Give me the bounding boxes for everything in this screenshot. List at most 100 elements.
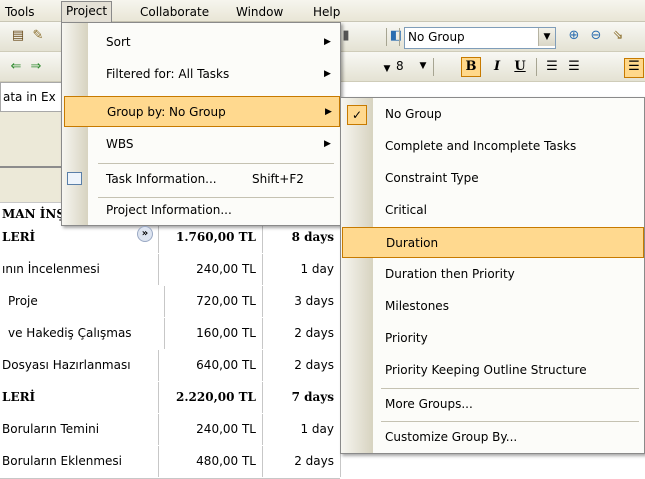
menu-collaborate[interactable]: Collaborate xyxy=(140,4,209,20)
toolbar-separator xyxy=(399,28,400,46)
task-information-icon xyxy=(67,172,82,185)
table-row[interactable]: Boruların Eklenmesi 480,00 TL 2 days xyxy=(0,446,341,479)
duration-cell: 2 days xyxy=(256,318,341,349)
toolbar-separator xyxy=(386,28,387,46)
menu-item-shortcut: Shift+F2 xyxy=(252,172,304,186)
menu-item-label: Task Information... xyxy=(106,172,217,186)
submenu-item-critical[interactable]: Critical xyxy=(341,195,644,226)
menu-item-group-by[interactable]: Group by: No Group ▶ xyxy=(64,96,340,127)
task-name-cell: LERİ xyxy=(0,222,159,253)
duration-cell: 7 days xyxy=(256,382,341,413)
project-menu: Sort ▶ Filtered for: All Tasks ▶ Group b… xyxy=(61,22,341,226)
submenu-item-milestones[interactable]: Milestones xyxy=(341,291,644,322)
menu-item-label: Filtered for: All Tasks xyxy=(106,67,230,81)
menu-item-label: Customize Group By... xyxy=(385,430,518,444)
align-right-icon[interactable]: ☰ xyxy=(624,58,644,78)
submenu-item-priority[interactable]: Priority xyxy=(341,323,644,354)
cost-cell: 160,00 TL xyxy=(156,318,263,349)
menu-item-label: Group by: No Group xyxy=(107,105,226,119)
submenu-arrow-icon: ▶ xyxy=(324,37,331,47)
menu-item-wbs[interactable]: WBS ▶ xyxy=(62,129,340,160)
chevron-down-icon[interactable]: ▼ xyxy=(415,57,431,75)
menu-item-label: Project Information... xyxy=(106,203,232,217)
font-size-combo[interactable]: 8 ▼ xyxy=(393,57,431,77)
menu-item-label: WBS xyxy=(106,137,134,151)
menu-item-label: Priority Keeping Outline Structure xyxy=(385,363,587,377)
indent-icon[interactable]: ⇒ xyxy=(28,59,44,75)
menu-item-label: Priority xyxy=(385,331,428,345)
chevron-down-icon[interactable]: ▼ xyxy=(538,28,555,46)
table-row[interactable]: LERİ 2.220,00 TL 7 days xyxy=(0,382,341,415)
submenu-item-constraint-type[interactable]: Constraint Type xyxy=(341,163,644,194)
cost-cell: 480,00 TL xyxy=(156,446,263,477)
submenu-item-more-groups[interactable]: More Groups... xyxy=(341,389,644,420)
toolbar-separator xyxy=(536,58,537,76)
cost-cell: 640,00 TL xyxy=(156,350,263,381)
duration-cell: 3 days xyxy=(256,286,341,317)
task-name-cell: Boruların Eklenmesi xyxy=(0,446,159,477)
checkmark-icon: ✓ xyxy=(347,105,367,125)
format-painter-icon[interactable]: ✎ xyxy=(30,28,46,44)
task-name-cell: Dosyası Hazırlanması xyxy=(0,350,159,381)
cost-cell: 720,00 TL xyxy=(156,286,263,317)
zoom-in-icon[interactable]: ⊕ xyxy=(566,28,582,44)
menu-item-label: Sort xyxy=(106,35,131,49)
entry-bar[interactable]: ata in Ex xyxy=(0,82,70,112)
table-row[interactable]: Proje 720,00 TL 3 days xyxy=(0,286,341,319)
menu-project[interactable]: Project xyxy=(61,1,113,23)
table-row[interactable]: ve Hakediş Çalışmas 160,00 TL 2 days xyxy=(0,318,341,351)
menu-bar: Tools Project Collaborate Window Help xyxy=(0,0,645,23)
bold-button[interactable]: B xyxy=(461,57,481,77)
menu-item-sort[interactable]: Sort ▶ xyxy=(62,27,340,58)
submenu-arrow-icon: ▶ xyxy=(325,107,332,117)
group-icon[interactable]: ◧ xyxy=(388,28,404,44)
cost-cell: 240,00 TL xyxy=(156,414,263,445)
menu-item-label: Milestones xyxy=(385,299,449,313)
underline-button[interactable]: U xyxy=(510,57,530,77)
menu-item-label: Critical xyxy=(385,203,427,217)
paste-icon[interactable]: ▤ xyxy=(10,28,26,44)
submenu-item-complete-incomplete[interactable]: Complete and Incomplete Tasks xyxy=(341,131,644,162)
task-name-cell: Proje xyxy=(0,286,165,317)
submenu-item-customize-group-by[interactable]: Customize Group By... xyxy=(341,422,644,453)
cost-cell: 2.220,00 TL xyxy=(156,382,263,413)
menu-item-project-information[interactable]: Project Information... xyxy=(62,198,340,222)
group-by-combo[interactable]: No Group ▼ xyxy=(404,27,556,49)
submenu-item-duration[interactable]: Duration xyxy=(342,227,644,258)
group-by-combo-value: No Group xyxy=(408,30,465,44)
duration-cell: 2 days xyxy=(256,350,341,381)
submenu-item-no-group[interactable]: ✓ No Group xyxy=(341,99,644,130)
outdent-icon[interactable]: ⇐ xyxy=(8,59,24,75)
menu-item-label: Duration xyxy=(386,236,439,250)
align-center-icon[interactable]: ☰ xyxy=(566,59,582,75)
menu-window[interactable]: Window xyxy=(236,4,283,20)
table-row[interactable]: ının İncelenmesi 240,00 TL 1 day xyxy=(0,254,341,287)
duration-cell: 1 day xyxy=(256,414,341,445)
table-row[interactable]: Boruların Temini 240,00 TL 1 day xyxy=(0,414,341,447)
task-name-cell: LERİ xyxy=(0,382,159,413)
group-by-submenu: ✓ No Group Complete and Incomplete Tasks… xyxy=(340,97,645,454)
menu-item-task-information[interactable]: Task Information... Shift+F2 xyxy=(62,164,340,195)
table-row[interactable]: LERİ 1.760,00 TL 8 days xyxy=(0,222,341,255)
font-size-value: 8 xyxy=(396,59,404,73)
submenu-arrow-icon: ▶ xyxy=(324,139,331,149)
zoom-out-icon[interactable]: ⊖ xyxy=(588,28,604,44)
menu-tools[interactable]: Tools xyxy=(5,4,35,20)
duration-cell: 8 days xyxy=(256,222,341,253)
submenu-item-priority-keeping-outline[interactable]: Priority Keeping Outline Structure xyxy=(341,355,644,386)
menu-item-label: Constraint Type xyxy=(385,171,479,185)
menu-item-label: More Groups... xyxy=(385,397,473,411)
cost-cell: 240,00 TL xyxy=(156,254,263,285)
expand-menu-chevron-icon[interactable]: » xyxy=(137,226,153,242)
go-to-task-icon[interactable]: ⇘ xyxy=(610,28,626,44)
duration-cell: 2 days xyxy=(256,446,341,477)
menu-item-filtered-for[interactable]: Filtered for: All Tasks ▶ xyxy=(62,59,340,90)
entry-bar-text: ata in Ex xyxy=(3,90,56,104)
italic-button[interactable]: I xyxy=(487,57,507,77)
submenu-arrow-icon: ▶ xyxy=(324,69,331,79)
table-row[interactable]: Dosyası Hazırlanması 640,00 TL 2 days xyxy=(0,350,341,383)
menu-item-label: No Group xyxy=(385,107,442,121)
menu-help[interactable]: Help xyxy=(313,4,340,20)
align-left-icon[interactable]: ☰ xyxy=(544,59,560,75)
submenu-item-duration-then-priority[interactable]: Duration then Priority xyxy=(341,259,644,290)
